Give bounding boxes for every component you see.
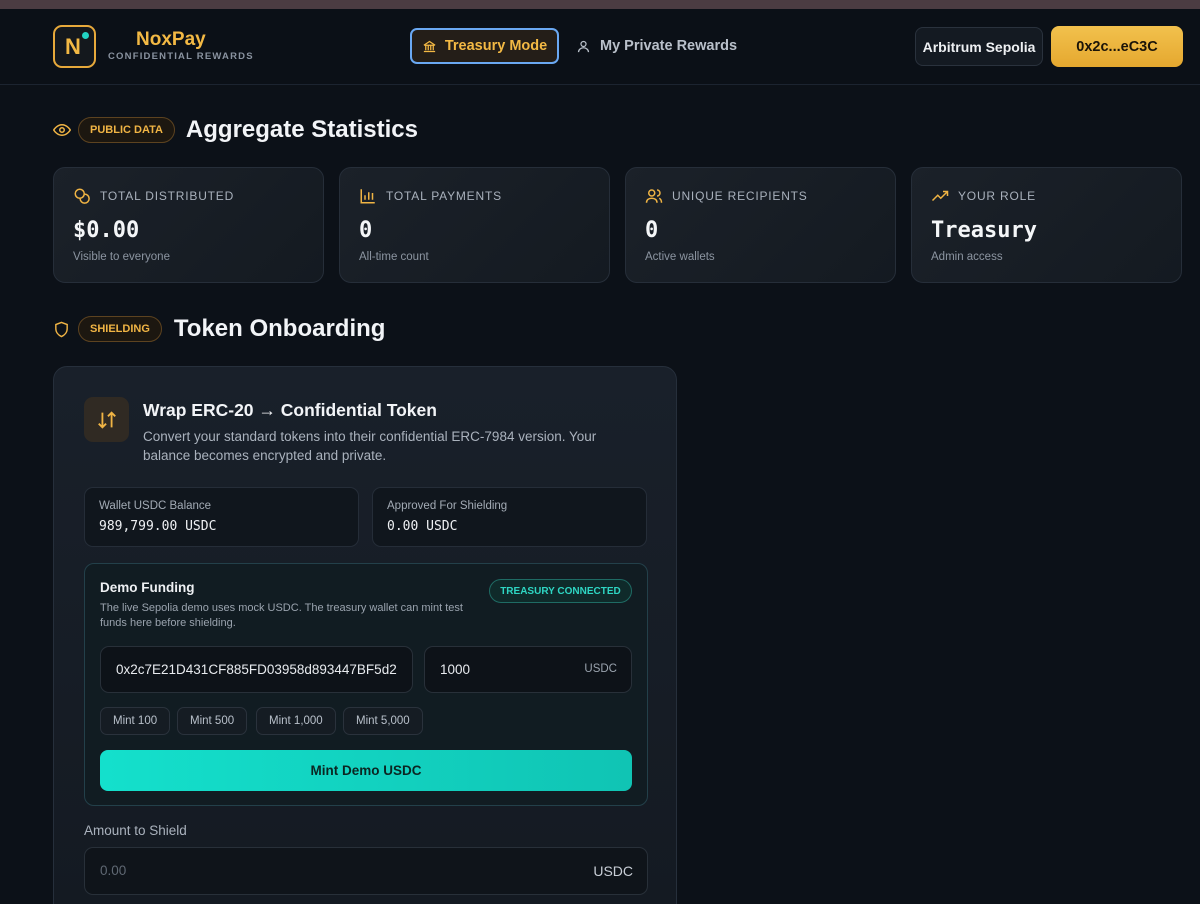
treasury-connected-badge: TREASURY CONNECTED xyxy=(489,579,632,603)
stat-subtext: Active wallets xyxy=(645,251,715,263)
demo-description: The live Sepolia demo uses mock USDC. Th… xyxy=(100,602,463,629)
tab-my-private-rewards[interactable]: My Private Rewards xyxy=(576,28,737,64)
tab-label: Treasury Mode xyxy=(444,38,548,54)
mint-100-button[interactable]: Mint 100 xyxy=(100,707,171,735)
users-icon xyxy=(645,189,663,203)
balance-label: Approved For Shielding xyxy=(387,500,508,512)
swap-icon-box xyxy=(84,397,129,442)
stat-value: $0.00 xyxy=(73,218,140,243)
recipient-address-input[interactable]: 0x2c7E21D431CF885FD03958d893447BF5d2 xyxy=(100,646,413,693)
window-top-strip xyxy=(0,0,1200,9)
mint-amount-value: 1000 xyxy=(440,662,471,677)
trending-up-icon xyxy=(931,190,949,202)
bank-icon xyxy=(423,40,436,52)
stat-subtext: All-time count xyxy=(359,251,429,263)
shield-icon xyxy=(55,321,68,337)
onboarding-section-header: SHIELDING Token Onboarding xyxy=(53,315,385,343)
mint-500-button[interactable]: Mint 500 xyxy=(177,707,248,735)
stats-section-header: PUBLIC DATA Aggregate Statistics xyxy=(53,116,418,144)
mint-demo-usdc-button[interactable]: Mint Demo USDC xyxy=(100,750,632,791)
stat-card-unique-recipients: UNIQUE RECIPIENTS 0 Active wallets xyxy=(625,167,896,283)
tab-treasury-mode[interactable]: Treasury Mode xyxy=(410,28,559,64)
stat-subtext: Visible to everyone xyxy=(73,251,170,263)
network-selector-button[interactable]: Arbitrum Sepolia xyxy=(915,27,1043,66)
stat-card-your-role: YOUR ROLE Treasury Admin access xyxy=(911,167,1182,283)
mint-amount-unit: USDC xyxy=(584,663,617,675)
shielding-badge: SHIELDING xyxy=(78,316,162,342)
stat-card-total-payments: TOTAL PAYMENTS 0 All-time count xyxy=(339,167,610,283)
balance-value: 0.00 USDC xyxy=(387,519,458,534)
stat-label: TOTAL PAYMENTS xyxy=(386,189,502,203)
eye-icon xyxy=(53,123,71,137)
stat-value: Treasury xyxy=(931,218,1037,243)
stat-card-total-distributed: TOTAL DISTRIBUTED $0.00 Visible to every… xyxy=(53,167,324,283)
logo-dot xyxy=(82,32,89,39)
approved-balance-box: Approved For Shielding 0.00 USDC xyxy=(372,487,647,547)
tab-label: My Private Rewards xyxy=(600,38,738,54)
mint-1000-button[interactable]: Mint 1,000 xyxy=(256,707,336,735)
brand-subtitle: CONFIDENTIAL REWARDS xyxy=(108,51,254,62)
amount-to-shield-label: Amount to Shield xyxy=(84,823,187,838)
swap-arrows-icon xyxy=(97,410,116,429)
wrap-token-panel: Wrap ERC-20 → Confidential Token Convert… xyxy=(53,366,677,904)
mint-amount-input[interactable]: 1000 USDC xyxy=(424,646,632,693)
mint-5000-button[interactable]: Mint 5,000 xyxy=(343,707,423,735)
section-title: Aggregate Statistics xyxy=(185,116,418,143)
bar-chart-icon xyxy=(360,189,375,204)
stat-value: 0 xyxy=(645,218,659,243)
wrap-title: Wrap ERC-20 → Confidential Token xyxy=(143,400,437,420)
stat-label: TOTAL DISTRIBUTED xyxy=(100,189,235,203)
section-title: Token Onboarding xyxy=(173,315,386,342)
stat-subtext: Admin access xyxy=(931,251,1003,263)
demo-funding-box: Demo Funding The live Sepolia demo uses … xyxy=(84,563,648,806)
stat-value: 0 xyxy=(359,218,373,243)
stat-label: YOUR ROLE xyxy=(958,189,1036,203)
public-data-badge: PUBLIC DATA xyxy=(78,117,175,143)
brand-name: NoxPay xyxy=(136,29,206,50)
amount-to-shield-input[interactable]: 0.00 USDC xyxy=(84,847,648,895)
top-header: N NoxPay CONFIDENTIAL REWARDS Treasury M… xyxy=(0,9,1200,85)
logo-letter: N xyxy=(65,34,81,59)
shield-amount-placeholder: 0.00 xyxy=(100,863,127,878)
balance-value: 989,799.00 USDC xyxy=(99,519,217,534)
balance-label: Wallet USDC Balance xyxy=(99,500,212,512)
wrap-description: Convert your standard tokens into their … xyxy=(143,429,597,463)
coins-icon xyxy=(74,188,90,204)
stat-label: UNIQUE RECIPIENTS xyxy=(672,189,808,203)
wallet-balance-box: Wallet USDC Balance 989,799.00 USDC xyxy=(84,487,359,547)
logo[interactable]: N xyxy=(53,25,96,68)
shield-amount-unit: USDC xyxy=(593,863,633,879)
wallet-button[interactable]: 0x2c...eC3C xyxy=(1051,26,1183,67)
user-icon xyxy=(577,40,590,52)
demo-title: Demo Funding xyxy=(100,580,195,595)
